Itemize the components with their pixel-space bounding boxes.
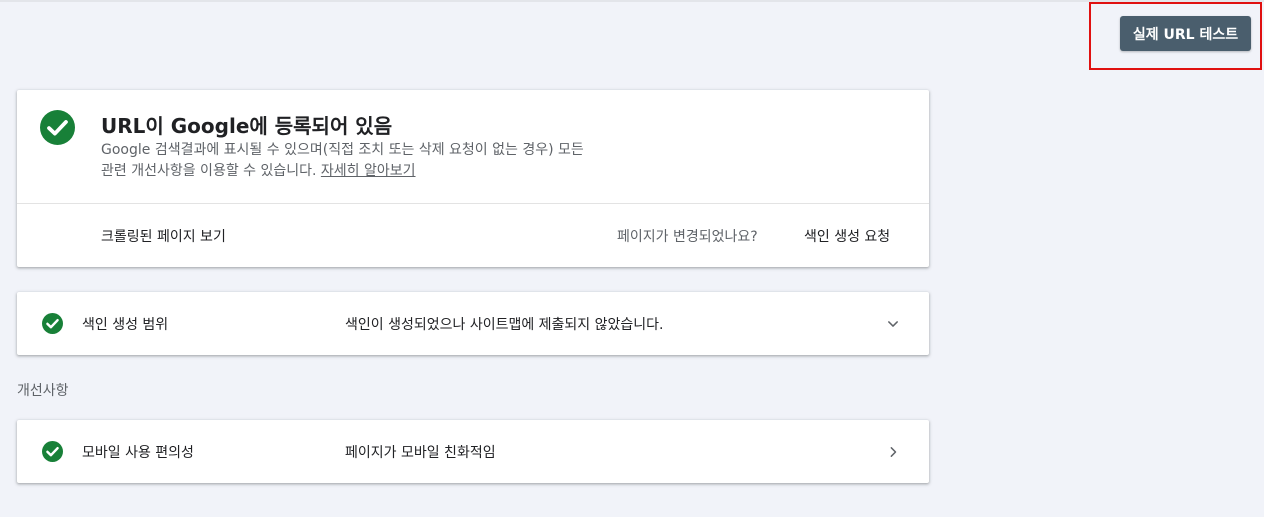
mobile-usability-row[interactable]: 모바일 사용 편의성 페이지가 모바일 친화적임 bbox=[17, 420, 929, 483]
check-circle-icon bbox=[42, 313, 63, 334]
coverage-row[interactable]: 색인 생성 범위 색인이 생성되었으나 사이트맵에 제출되지 않았습니다. bbox=[17, 292, 929, 355]
description-line-2-text: 관련 개선사항을 이용할 수 있습니다. bbox=[101, 163, 317, 179]
test-live-url-button[interactable]: 실제 URL 테스트 bbox=[1120, 16, 1251, 51]
mobile-usability-value: 페이지가 모바일 친화적임 bbox=[345, 445, 496, 461]
description-line-1: Google 검색결과에 표시될 수 있으며(직접 조치 또는 삭제 요청이 없… bbox=[101, 142, 584, 158]
index-status-card: URL이 Google에 등록되어 있음 Google 검색결과에 표시될 수 … bbox=[17, 90, 929, 267]
check-circle-icon bbox=[40, 110, 75, 145]
request-indexing-button[interactable]: 색인 생성 요청 bbox=[804, 226, 890, 246]
top-divider bbox=[0, 0, 1264, 2]
coverage-label: 색인 생성 범위 bbox=[82, 317, 169, 333]
learn-more-link[interactable]: 자세히 알아보기 bbox=[321, 163, 416, 179]
page-changed-question: 페이지가 변경되었나요? bbox=[617, 229, 758, 245]
url-inspection-page: 실제 URL 테스트 URL이 Google에 등록되어 있음 Google 검… bbox=[0, 0, 1264, 517]
mobile-usability-label: 모바일 사용 편의성 bbox=[82, 445, 194, 461]
check-circle-icon bbox=[42, 441, 63, 462]
view-crawled-page-link[interactable]: 크롤링된 페이지 보기 bbox=[101, 226, 226, 246]
chevron-down-icon[interactable] bbox=[883, 314, 903, 334]
card-divider bbox=[17, 203, 929, 204]
chevron-right-icon[interactable] bbox=[883, 442, 903, 462]
description-line-2: 관련 개선사항을 이용할 수 있습니다. 자세히 알아보기 bbox=[101, 161, 701, 182]
page-title: URL이 Google에 등록되어 있음 bbox=[101, 114, 393, 138]
status-description: Google 검색결과에 표시될 수 있으며(직접 조치 또는 삭제 요청이 없… bbox=[101, 140, 701, 182]
enhancements-heading: 개선사항 bbox=[17, 383, 69, 399]
coverage-value: 색인이 생성되었으나 사이트맵에 제출되지 않았습니다. bbox=[345, 317, 664, 333]
